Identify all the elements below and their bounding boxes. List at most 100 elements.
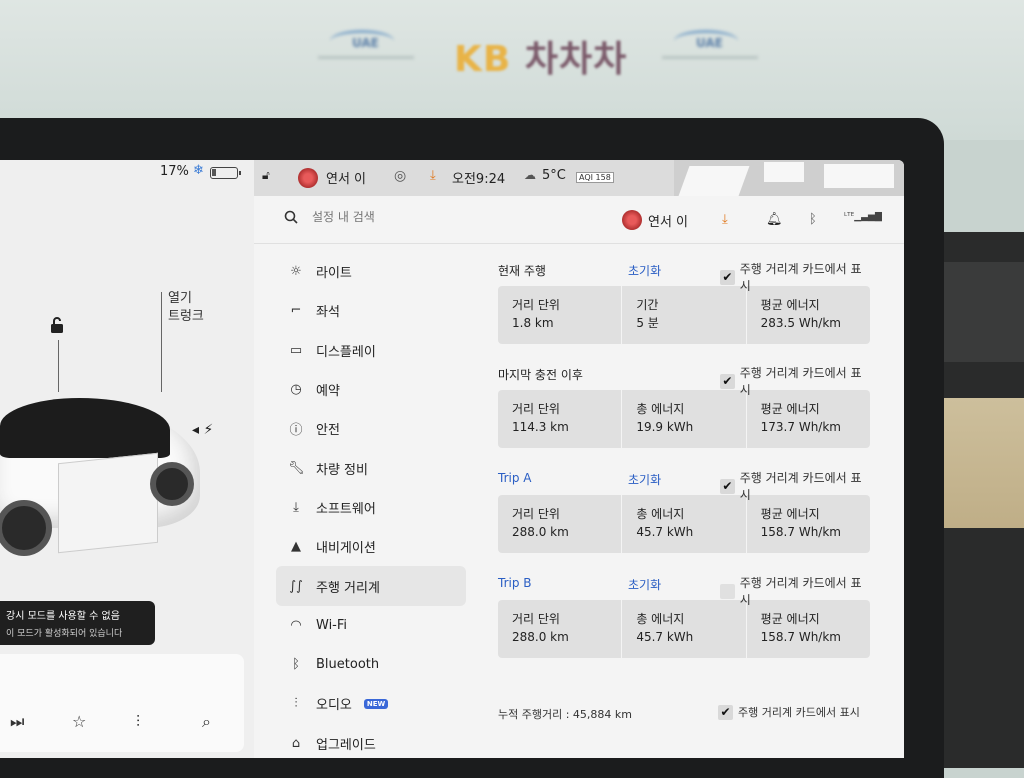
trip-section-title: Trip A xyxy=(498,471,532,485)
settings-panel: 연서 이 ⤓ 🔔︎ ᛒ ᴸᵀᴱ▁▃▅▇ ☼ 라이트 ⌐ 좌석 ▭ 디스플레이 ◷ 예약 ⓘ 안전 🔧… xyxy=(254,196,904,758)
stat-label: 거리 단위 xyxy=(512,612,560,626)
snowflake-icon: ❄ xyxy=(193,163,204,178)
battery-icon xyxy=(210,167,241,179)
menu-item-4[interactable]: ⓘ 안전 xyxy=(276,409,466,448)
odometer-show-checkbox[interactable]: ✔ 주행 거리계 카드에서 표시 xyxy=(718,704,860,720)
odometer-row: 누적 주행거리 : 45,884 km ✔ 주행 거리계 카드에서 표시 xyxy=(498,702,870,724)
trunk-open-button[interactable]: 열기 트렁크 xyxy=(168,290,204,326)
checkbox-box[interactable] xyxy=(720,583,735,599)
sun-icon: ☼ xyxy=(290,264,302,280)
reset-button[interactable]: 초기화 xyxy=(628,262,661,279)
user-name[interactable]: 연서 이 xyxy=(326,168,366,187)
wood-trim xyxy=(942,398,1024,528)
profile-button[interactable]: 연서 이 xyxy=(622,210,688,230)
trip-section: Trip B 초기화 주행 거리계 카드에서 표시 거리 단위 288.0 km 총 에너… xyxy=(498,574,870,658)
trip-section-header: 현재 주행 초기화 ✔ 주행 거리계 카드에서 표시 xyxy=(498,260,870,293)
checkbox-box[interactable]: ✔ xyxy=(720,478,735,494)
trip-stats-card: 거리 단위 1.8 km 기간 5 분 평균 에너지 283.5 Wh/km xyxy=(498,286,870,344)
menu-item-3[interactable]: ◷ 예약 xyxy=(276,370,466,409)
bluetooth-icon: ᛒ xyxy=(292,657,300,673)
trip-section-title: 마지막 충전 이후 xyxy=(498,368,583,382)
trip-section: 마지막 충전 이후 ✔ 주행 거리계 카드에서 표시 거리 단위 114.3 km 총 에… xyxy=(498,364,870,448)
stat-value: 288.0 km xyxy=(512,525,569,539)
menu-item-7[interactable]: ▲ 내비게이션 xyxy=(276,527,466,566)
show-in-card-checkbox[interactable]: ✔ 주행 거리계 카드에서 표시 xyxy=(720,364,870,398)
lock-status-icon[interactable]: 🔓︎ xyxy=(262,168,270,183)
reset-button[interactable]: 초기화 xyxy=(628,471,661,488)
menu-item-label: 좌석 xyxy=(316,305,340,321)
show-in-card-checkbox[interactable]: ✔ 주행 거리계 카드에서 표시 xyxy=(720,469,870,503)
trip-stats-card: 거리 단위 288.0 km 총 에너지 45.7 kWh 평균 에너지 158.7 Wh… xyxy=(498,495,870,553)
user-avatar[interactable] xyxy=(298,168,318,188)
stat-cell: 평균 에너지 158.7 Wh/km xyxy=(747,495,870,553)
stat-label: 평균 에너지 xyxy=(760,612,820,626)
trip-section-title: Trip B xyxy=(498,576,532,590)
menu-item-10[interactable]: ᛒ Bluetooth xyxy=(276,645,466,684)
stat-label: 총 에너지 xyxy=(636,612,685,626)
battery-percent: 17% xyxy=(160,164,189,179)
stat-cell: 평균 에너지 173.7 Wh/km xyxy=(747,390,870,448)
stat-cell: 거리 단위 1.8 km xyxy=(498,286,623,344)
favorite-star-icon[interactable]: ☆ xyxy=(72,712,86,731)
trip-section-header: Trip B 초기화 주행 거리계 카드에서 표시 xyxy=(498,574,870,607)
temperature: 5°C xyxy=(542,168,566,183)
display-icon: ▭ xyxy=(289,342,303,358)
trip-section: 현재 주행 초기화 ✔ 주행 거리계 카드에서 표시 거리 단위 1.8 km 기간 5 분 평… xyxy=(498,260,870,344)
bluetooth-status-icon[interactable]: ᛒ xyxy=(809,212,817,227)
wrench-icon: 🔧︎ xyxy=(288,460,305,476)
stat-value: 283.5 Wh/km xyxy=(760,316,841,330)
stat-value: 45.7 kWh xyxy=(636,630,694,644)
download-icon[interactable]: ⤓ xyxy=(430,168,436,183)
menu-item-8[interactable]: ∫∫ 주행 거리계 xyxy=(276,566,466,606)
stat-cell: 총 에너지 45.7 kWh xyxy=(622,600,747,658)
menu-item-label: 안전 xyxy=(316,423,340,439)
touchscreen: 17% ❄ 열기 트렁크 ◂ ⚡ 강시 모드를 사용할 수 없음 이 모드가 활… xyxy=(0,160,904,758)
menu-item-9[interactable]: ◠ Wi-Fi xyxy=(276,606,466,645)
sentry-icon[interactable]: ◎ xyxy=(394,168,406,184)
menu-item-2[interactable]: ▭ 디스플레이 xyxy=(276,331,466,370)
media-search-icon[interactable]: ⌕ xyxy=(202,712,211,732)
menu-item-label: 소프트웨어 xyxy=(316,501,376,517)
unlock-icon[interactable] xyxy=(48,316,66,334)
show-in-card-checkbox[interactable]: 주행 거리계 카드에서 표시 xyxy=(720,574,870,608)
weather-icon: ☁ xyxy=(524,168,536,182)
lock-icon: ⌂ xyxy=(291,735,301,751)
checkbox-box[interactable]: ✔ xyxy=(718,704,733,720)
stat-cell: 기간 5 분 xyxy=(622,286,747,344)
menu-item-label: 디스플레이 xyxy=(316,344,376,360)
checkbox-box[interactable]: ✔ xyxy=(720,373,735,389)
trip-stats-card: 거리 단위 288.0 km 총 에너지 45.7 kWh 평균 에너지 158.7 Wh… xyxy=(498,600,870,658)
stat-label: 총 에너지 xyxy=(636,507,685,521)
menu-item-6[interactable]: ⤓ 소프트웨어 xyxy=(276,488,466,527)
reset-button[interactable]: 초기화 xyxy=(628,576,661,593)
next-track-icon[interactable]: ⏭ xyxy=(10,712,24,732)
checkbox-box[interactable]: ✔ xyxy=(720,269,735,285)
menu-item-12[interactable]: ⌂ 업그레이드 xyxy=(276,724,466,758)
safety-icon: ⓘ xyxy=(289,423,303,439)
show-in-card-checkbox[interactable]: ✔ 주행 거리계 카드에서 표시 xyxy=(720,260,870,294)
stat-label: 평균 에너지 xyxy=(760,402,820,416)
navigation-icon: ▲ xyxy=(291,539,301,555)
top-status-bar: 🔓︎ 연서 이 ◎ ⤓ 오전9:24 ☁ 5°C AQI 158 xyxy=(254,160,904,196)
menu-item-5[interactable]: 🔧︎ 차량 정비 xyxy=(276,448,466,487)
status-bar: 17% ❄ xyxy=(0,160,254,188)
settings-search-input[interactable] xyxy=(312,210,512,224)
profile-avatar xyxy=(622,210,642,230)
software-update-icon[interactable]: ⤓ xyxy=(722,212,728,227)
equalizer-icon[interactable]: ⫶ xyxy=(136,712,140,732)
menu-item-11[interactable]: ⫶ 오디오 NEW xyxy=(276,684,466,723)
notification-bell-icon[interactable]: 🔔︎ xyxy=(766,212,783,227)
menu-item-label: 예약 xyxy=(316,384,340,400)
menu-item-label: 업그레이드 xyxy=(316,737,376,753)
seat-icon: ⌐ xyxy=(290,303,302,319)
trips-icon: ∫∫ xyxy=(289,578,303,594)
menu-item-label: 내비게이션 xyxy=(316,541,376,557)
menu-item-0[interactable]: ☼ 라이트 xyxy=(276,252,466,291)
stat-cell: 평균 에너지 283.5 Wh/km xyxy=(747,286,870,344)
stat-value: 1.8 km xyxy=(512,316,554,330)
stat-value: 158.7 Wh/km xyxy=(760,630,841,644)
search-icon[interactable] xyxy=(284,210,298,224)
media-player: ⏭ ☆ ⫶ ⌕ xyxy=(0,654,244,752)
menu-item-1[interactable]: ⌐ 좌석 xyxy=(276,291,466,330)
checkbox-label: 주행 거리계 카드에서 표시 xyxy=(739,366,862,397)
